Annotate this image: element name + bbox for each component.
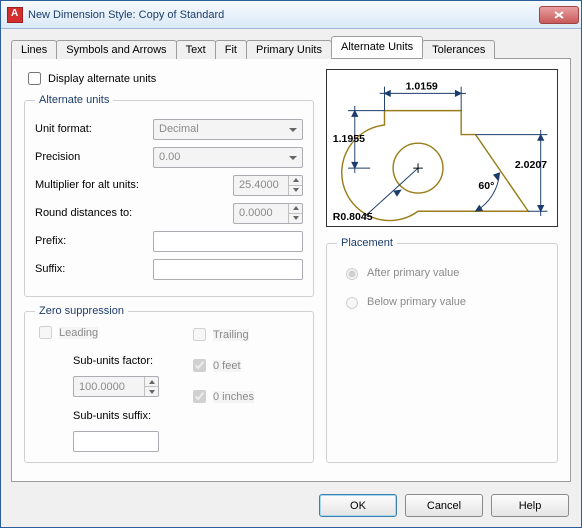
cancel-button[interactable]: Cancel [405,494,483,517]
multiplier-field[interactable]: 25.4000 [233,175,303,196]
window-title: New Dimension Style: Copy of Standard [28,9,539,21]
inches-checkbox[interactable]: 0 inches [189,387,254,406]
trailing-input[interactable] [193,328,206,341]
dialog-body: Lines Symbols and Arrows Text Fit Primar… [1,29,581,486]
display-alternate-checkbox[interactable]: Display alternate units [24,69,314,88]
leading-input[interactable] [39,326,52,339]
suffix-field[interactable] [153,259,303,280]
after-primary-label: After primary value [367,267,459,279]
sub-factor-field[interactable]: 100.0000 [73,376,159,397]
ok-button[interactable]: OK [319,494,397,517]
multiplier-label: Multiplier for alt units: [35,179,233,191]
after-primary-radio[interactable]: After primary value [341,265,547,280]
sub-factor-label: Sub-units factor: [73,355,159,367]
below-primary-radio[interactable]: Below primary value [341,294,547,309]
round-label: Round distances to: [35,207,233,219]
svg-text:1.0159: 1.0159 [406,81,438,93]
alternate-units-legend: Alternate units [35,94,113,106]
unit-format-combo[interactable]: Decimal [153,119,303,140]
zero-suppression-legend: Zero suppression [35,305,128,317]
alternate-units-group: Alternate units Unit format: Decimal Pre… [24,94,314,297]
placement-group: Placement After primary value Below prim… [326,237,558,463]
sub-factor-spinner[interactable] [144,377,158,396]
titlebar[interactable]: New Dimension Style: Copy of Standard [1,1,581,29]
dialog-window: New Dimension Style: Copy of Standard Li… [0,0,582,528]
tab-tolerances[interactable]: Tolerances [422,40,495,59]
inches-input[interactable] [193,390,206,403]
sub-suffix-field[interactable] [73,431,159,452]
tab-lines[interactable]: Lines [11,40,57,59]
right-column: 1.0159 1.1955 2.0207 60° R0.8045 Placeme… [326,69,558,471]
svg-text:R0.8045: R0.8045 [333,211,373,223]
preview-drawing: 1.0159 1.1955 2.0207 60° R0.8045 [327,70,557,226]
trailing-label: Trailing [213,329,249,341]
suffix-label: Suffix: [35,263,153,275]
tab-primary-units[interactable]: Primary Units [246,40,332,59]
sub-suffix-label: Sub-units suffix: [73,410,159,422]
close-button[interactable] [539,6,579,24]
tab-symbols-arrows[interactable]: Symbols and Arrows [56,40,176,59]
precision-combo[interactable]: 0.00 [153,147,303,168]
left-column: Display alternate units Alternate units … [24,69,314,471]
button-bar: OK Cancel Help [1,486,581,527]
placement-legend: Placement [337,237,397,249]
app-icon [7,7,23,23]
close-icon [554,11,564,19]
trailing-checkbox[interactable]: Trailing [189,325,254,344]
feet-checkbox[interactable]: 0 feet [189,356,254,375]
svg-text:2.0207: 2.0207 [515,159,547,171]
svg-text:60°: 60° [478,180,494,192]
unit-format-label: Unit format: [35,123,153,135]
preview-pane: 1.0159 1.1955 2.0207 60° R0.8045 [326,69,558,227]
tabstrip: Lines Symbols and Arrows Text Fit Primar… [11,37,571,59]
display-alternate-input[interactable] [28,72,41,85]
inches-label: 0 inches [213,391,254,403]
below-primary-input[interactable] [346,297,358,309]
display-alternate-label: Display alternate units [48,73,156,85]
below-primary-label: Below primary value [367,296,466,308]
leading-label: Leading [59,327,98,339]
precision-label: Precision [35,151,153,163]
after-primary-input[interactable] [346,268,358,280]
prefix-label: Prefix: [35,235,153,247]
round-spinner[interactable] [288,204,302,223]
round-field[interactable]: 0.0000 [233,203,303,224]
multiplier-spinner[interactable] [288,176,302,195]
help-button[interactable]: Help [491,494,569,517]
tab-content: Display alternate units Alternate units … [11,59,571,482]
svg-text:1.1955: 1.1955 [333,133,365,145]
prefix-field[interactable] [153,231,303,252]
tab-text[interactable]: Text [176,40,216,59]
feet-label: 0 feet [213,360,241,372]
feet-input[interactable] [193,359,206,372]
leading-checkbox[interactable]: Leading [35,323,159,342]
zero-suppression-group: Zero suppression Leading Sub-units facto… [24,305,314,463]
tab-fit[interactable]: Fit [215,40,247,59]
tab-alternate-units[interactable]: Alternate Units [331,36,423,58]
